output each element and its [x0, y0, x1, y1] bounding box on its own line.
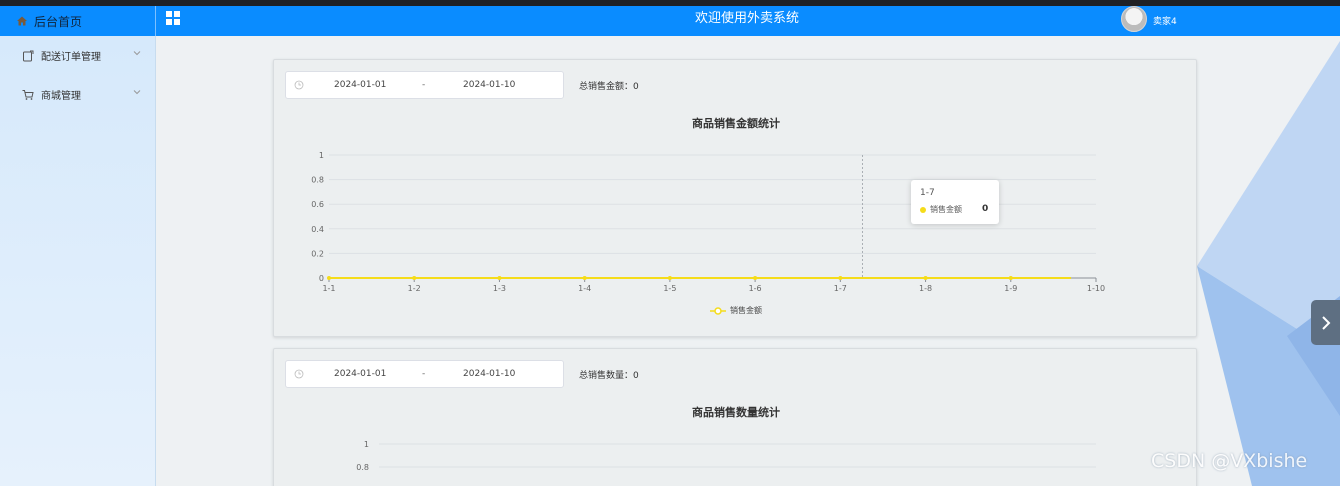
username[interactable]: 卖家4 [1153, 14, 1177, 27]
chart-legend[interactable]: 销售金额 [710, 305, 762, 316]
x-tick-label: 1-7 [834, 284, 847, 293]
sidebar: 配送订单管理 商城管理 [0, 36, 156, 486]
y-tick-label: 1 [319, 151, 324, 160]
main-content: 2024-01-01 - 2024-01-10 总销售金额：0 商品销售金额统计… [157, 36, 1340, 486]
data-point [1008, 276, 1013, 280]
x-tick-label: 1-4 [578, 284, 591, 293]
data-point [497, 276, 502, 280]
tooltip-value: 0 [982, 204, 989, 214]
data-point [667, 276, 672, 280]
y-tick-label: 1 [364, 440, 369, 449]
data-point [327, 276, 331, 280]
data-point [412, 276, 417, 280]
data-point [923, 276, 928, 280]
next-panel-button[interactable] [1311, 300, 1340, 345]
watermark: CSDN @VXbishe [1151, 450, 1308, 472]
x-tick-label: 1-6 [749, 284, 762, 293]
x-tick-label: 1-5 [663, 284, 676, 293]
avatar[interactable] [1121, 6, 1147, 32]
top-header: 后台首页 欢迎使用外卖系统 卖家4 [0, 6, 1340, 36]
x-tick-label: 1-2 [408, 284, 421, 293]
sales-amount-card: 2024-01-01 - 2024-01-10 总销售金额：0 商品销售金额统计… [273, 59, 1197, 337]
chevron-right-icon [1321, 315, 1330, 330]
x-tick-label: 1-3 [493, 284, 506, 293]
data-point [582, 276, 587, 280]
x-tick-label: 1-1 [322, 284, 335, 293]
x-tick-label: 1-8 [919, 284, 932, 293]
sales-count-card: 2024-01-01 - 2024-01-10 总销售数量：0 商品销售数量统计… [273, 348, 1197, 486]
data-point [753, 276, 758, 280]
y-tick-label: 0.6 [311, 200, 324, 209]
chart-tooltip: 1-7 销售金额 0 [911, 180, 999, 224]
y-tick-label: 0.8 [311, 176, 324, 185]
sidebar-item-delivery-orders[interactable]: 配送订单管理 [0, 36, 155, 75]
order-icon [23, 50, 34, 61]
sidebar-item-label: 商城管理 [41, 91, 81, 102]
chevron-down-icon [133, 51, 141, 56]
y-tick-label: 0.8 [356, 463, 369, 472]
y-tick-label: 0.4 [311, 225, 324, 234]
x-tick-label: 1-9 [1004, 284, 1017, 293]
cart-icon [22, 89, 34, 100]
sidebar-item-mall[interactable]: 商城管理 [0, 75, 155, 114]
y-tick-label: 0 [319, 274, 324, 283]
y-tick-label: 0.2 [311, 249, 324, 258]
data-point [838, 276, 843, 280]
tooltip-category: 1-7 [920, 188, 935, 198]
sidebar-item-label: 配送订单管理 [41, 52, 101, 63]
tooltip-series-name: 销售金额 [930, 205, 962, 214]
sales-amount-chart[interactable]: 0 0.2 0.4 0.6 0.8 1 1-1 1-2 1-3 1-4 1-5 1-6 1-7 1-8 1-… [274, 60, 1198, 338]
legend-label: 销售金额 [730, 306, 762, 315]
chevron-down-icon [133, 90, 141, 95]
x-tick-label: 1-10 [1087, 284, 1105, 293]
sales-count-chart[interactable]: 0.81 [274, 349, 1198, 486]
legend-line-marker [710, 306, 726, 315]
tooltip-series-dot [920, 207, 926, 213]
